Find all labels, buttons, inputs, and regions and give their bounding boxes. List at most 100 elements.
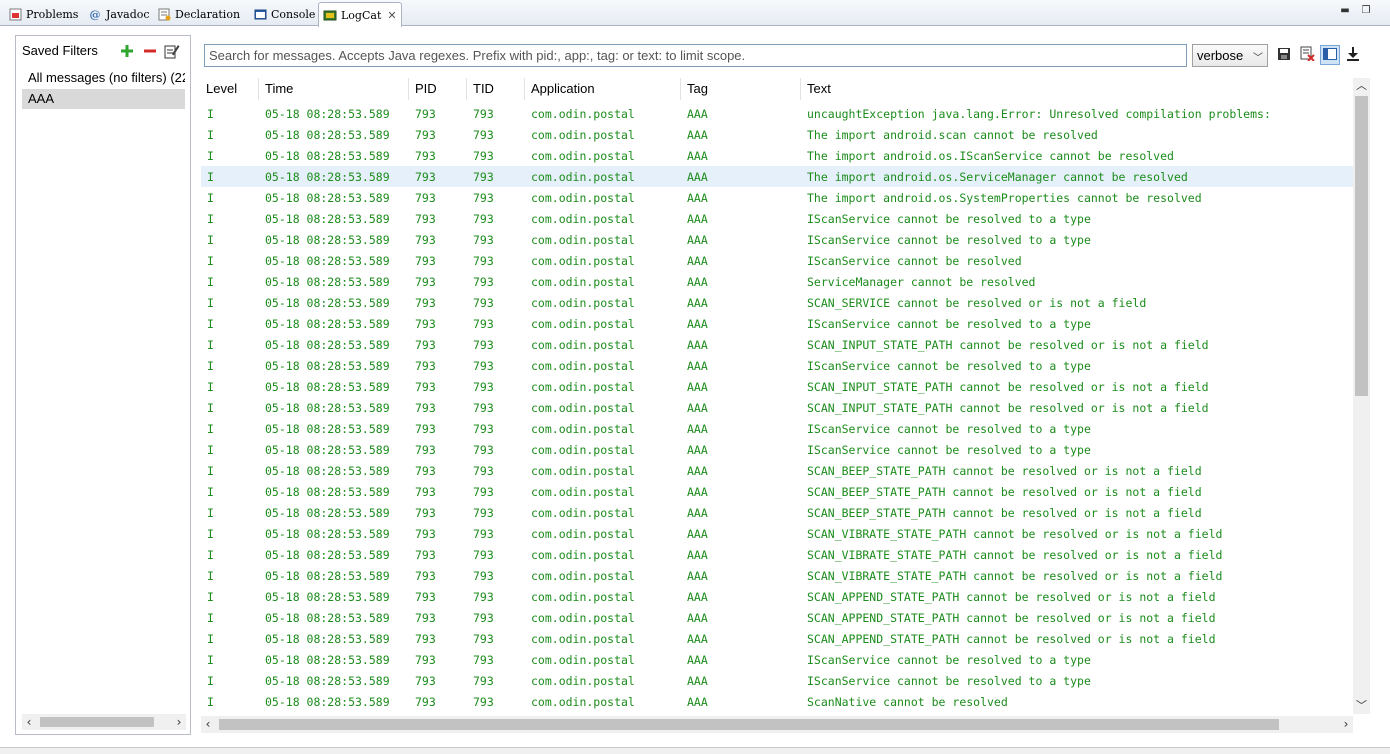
column-header-tid[interactable]: TID bbox=[473, 81, 494, 96]
cell-text: ServiceManager cannot be resolved bbox=[807, 275, 1036, 289]
tab-console[interactable]: Console bbox=[253, 3, 315, 25]
table-row[interactable]: I 05-18 08:28:53.589 793 793 com.odin.postal… bbox=[201, 649, 1353, 670]
cell-text: IScanService cannot be resolved to a typ… bbox=[807, 443, 1091, 457]
cell-tag: AAA bbox=[687, 569, 708, 583]
cell-pid: 793 bbox=[415, 338, 436, 352]
column-header-tag[interactable]: Tag bbox=[687, 81, 708, 96]
cell-level: I bbox=[207, 107, 214, 121]
cell-tag: AAA bbox=[687, 485, 708, 499]
table-row[interactable]: I 05-18 08:28:53.589 793 793 com.odin.postal… bbox=[201, 292, 1353, 313]
scroll-right-icon[interactable]: › bbox=[172, 714, 186, 730]
table-row[interactable]: I 05-18 08:28:53.589 793 793 com.odin.postal… bbox=[201, 481, 1353, 502]
cell-pid: 793 bbox=[415, 548, 436, 562]
table-row[interactable]: I 05-18 08:28:53.589 793 793 com.odin.postal… bbox=[201, 208, 1353, 229]
table-row[interactable]: I 05-18 08:28:53.589 793 793 com.odin.postal… bbox=[201, 544, 1353, 565]
search-input[interactable]: Search for messages. Accepts Java regexe… bbox=[204, 44, 1187, 67]
column-header-time[interactable]: Time bbox=[265, 81, 293, 96]
tab-problems[interactable]: Problems bbox=[8, 3, 78, 25]
cell-application: com.odin.postal bbox=[531, 380, 635, 394]
cell-time: 05-18 08:28:53.589 bbox=[265, 212, 390, 226]
scroll-up-icon[interactable]: ︿ bbox=[1353, 78, 1370, 94]
cell-pid: 793 bbox=[415, 611, 436, 625]
table-row[interactable]: I 05-18 08:28:53.589 793 793 com.odin.postal… bbox=[201, 334, 1353, 355]
table-row[interactable]: I 05-18 08:28:53.589 793 793 com.odin.postal… bbox=[201, 628, 1353, 649]
table-row[interactable]: I 05-18 08:28:53.589 793 793 com.odin.postal… bbox=[201, 229, 1353, 250]
close-icon[interactable]: ✕ bbox=[387, 9, 396, 22]
table-row[interactable]: I 05-18 08:28:53.589 793 793 com.odin.postal… bbox=[201, 376, 1353, 397]
table-row[interactable]: I 05-18 08:28:53.589 793 793 com.odin.postal… bbox=[201, 103, 1353, 124]
table-row[interactable]: I 05-18 08:28:53.589 793 793 com.odin.postal… bbox=[201, 502, 1353, 523]
table-row[interactable]: I 05-18 08:28:53.589 793 793 com.odin.postal… bbox=[201, 355, 1353, 376]
scrollbar-thumb[interactable] bbox=[219, 719, 1279, 730]
edit-filter-icon[interactable] bbox=[164, 43, 180, 59]
scroll-down-icon[interactable]: ﹀ bbox=[1353, 698, 1370, 714]
column-divider[interactable] bbox=[800, 78, 801, 100]
log-horizontal-scrollbar[interactable]: ‹ › bbox=[201, 716, 1353, 733]
remove-filter-icon[interactable] bbox=[142, 43, 158, 59]
cell-application: com.odin.postal bbox=[531, 674, 635, 688]
column-divider[interactable] bbox=[524, 78, 525, 100]
cell-level: I bbox=[207, 443, 214, 457]
column-divider[interactable] bbox=[466, 78, 467, 100]
table-row[interactable]: I 05-18 08:28:53.589 793 793 com.odin.postal… bbox=[201, 439, 1353, 460]
table-row[interactable]: I 05-18 08:28:53.589 793 793 com.odin.postal… bbox=[201, 670, 1353, 691]
column-divider[interactable] bbox=[258, 78, 259, 100]
cell-tid: 793 bbox=[473, 548, 494, 562]
cell-time: 05-18 08:28:53.589 bbox=[265, 338, 390, 352]
scroll-right-icon[interactable]: › bbox=[1339, 716, 1353, 733]
cell-text: The import android.os.SystemProperties c… bbox=[807, 191, 1202, 205]
scroll-left-icon[interactable]: ‹ bbox=[201, 716, 215, 733]
table-row[interactable]: I 05-18 08:28:53.589 793 793 com.odin.postal… bbox=[201, 250, 1353, 271]
column-header-application[interactable]: Application bbox=[531, 81, 595, 96]
scroll-left-icon[interactable]: ‹ bbox=[22, 714, 36, 730]
cell-text: The import android.os.IScanService canno… bbox=[807, 149, 1174, 163]
table-row[interactable]: I 05-18 08:28:53.589 793 793 com.odin.postal… bbox=[201, 565, 1353, 586]
tab-javadoc[interactable]: @ Javadoc bbox=[88, 3, 150, 25]
cell-pid: 793 bbox=[415, 128, 436, 142]
table-row[interactable]: I 05-18 08:28:53.589 793 793 com.odin.postal… bbox=[201, 418, 1353, 439]
table-row[interactable]: I 05-18 08:28:53.589 793 793 com.odin.postal… bbox=[201, 523, 1353, 544]
toggle-filters-button[interactable] bbox=[1320, 45, 1340, 65]
column-divider[interactable] bbox=[408, 78, 409, 100]
column-divider[interactable] bbox=[680, 78, 681, 100]
column-header-pid[interactable]: PID bbox=[415, 81, 437, 96]
tab-declaration[interactable]: Declaration bbox=[157, 3, 240, 25]
filters-horizontal-scrollbar[interactable]: ‹ › bbox=[22, 714, 186, 730]
scroll-lock-button[interactable] bbox=[1343, 45, 1363, 65]
filter-item-all-messages[interactable]: All messages (no filters) (22 bbox=[22, 68, 185, 88]
table-row[interactable]: I 05-18 08:28:53.589 793 793 com.odin.postal… bbox=[201, 145, 1353, 166]
minimize-icon[interactable]: ▬ bbox=[1338, 5, 1352, 17]
scrollbar-thumb[interactable] bbox=[40, 717, 154, 727]
cell-time: 05-18 08:28:53.589 bbox=[265, 632, 390, 646]
cell-pid: 793 bbox=[415, 170, 436, 184]
column-header-level[interactable]: Level bbox=[206, 81, 237, 96]
log-level-select[interactable]: verbose ﹀ bbox=[1192, 44, 1268, 67]
table-row[interactable]: I 05-18 08:28:53.589 793 793 com.odin.postal… bbox=[201, 166, 1353, 187]
save-log-button[interactable] bbox=[1274, 45, 1294, 65]
cell-tid: 793 bbox=[473, 506, 494, 520]
table-row[interactable]: I 05-18 08:28:53.589 793 793 com.odin.postal… bbox=[201, 460, 1353, 481]
cell-time: 05-18 08:28:53.589 bbox=[265, 590, 390, 604]
maximize-icon[interactable]: ❐ bbox=[1359, 5, 1373, 17]
cell-tid: 793 bbox=[473, 485, 494, 499]
cell-text: SCAN_BEEP_STATE_PATH cannot be resolved … bbox=[807, 464, 1202, 478]
table-row[interactable]: I 05-18 08:28:53.589 793 793 com.odin.postal… bbox=[201, 691, 1353, 712]
table-row[interactable]: I 05-18 08:28:53.589 793 793 com.odin.postal… bbox=[201, 313, 1353, 334]
saved-filters-title: Saved Filters bbox=[22, 43, 98, 58]
table-row[interactable]: I 05-18 08:28:53.589 793 793 com.odin.postal… bbox=[201, 586, 1353, 607]
scrollbar-thumb[interactable] bbox=[1355, 96, 1368, 396]
filter-item-aaa[interactable]: AAA bbox=[22, 89, 185, 109]
table-row[interactable]: I 05-18 08:28:53.589 793 793 com.odin.postal… bbox=[201, 187, 1353, 208]
cell-application: com.odin.postal bbox=[531, 212, 635, 226]
column-header-text[interactable]: Text bbox=[807, 81, 831, 96]
table-row[interactable]: I 05-18 08:28:53.589 793 793 com.odin.postal… bbox=[201, 397, 1353, 418]
tab-logcat[interactable]: LogCat ✕ bbox=[318, 2, 402, 27]
clear-log-button[interactable] bbox=[1297, 45, 1317, 65]
add-filter-icon[interactable] bbox=[119, 43, 135, 59]
table-row[interactable]: I 05-18 08:28:53.589 793 793 com.odin.postal… bbox=[201, 271, 1353, 292]
cell-tag: AAA bbox=[687, 653, 708, 667]
table-row[interactable]: I 05-18 08:28:53.589 793 793 com.odin.postal… bbox=[201, 607, 1353, 628]
cell-pid: 793 bbox=[415, 296, 436, 310]
table-row[interactable]: I 05-18 08:28:53.589 793 793 com.odin.postal… bbox=[201, 124, 1353, 145]
log-vertical-scrollbar[interactable]: ︿ ﹀ bbox=[1353, 78, 1370, 714]
